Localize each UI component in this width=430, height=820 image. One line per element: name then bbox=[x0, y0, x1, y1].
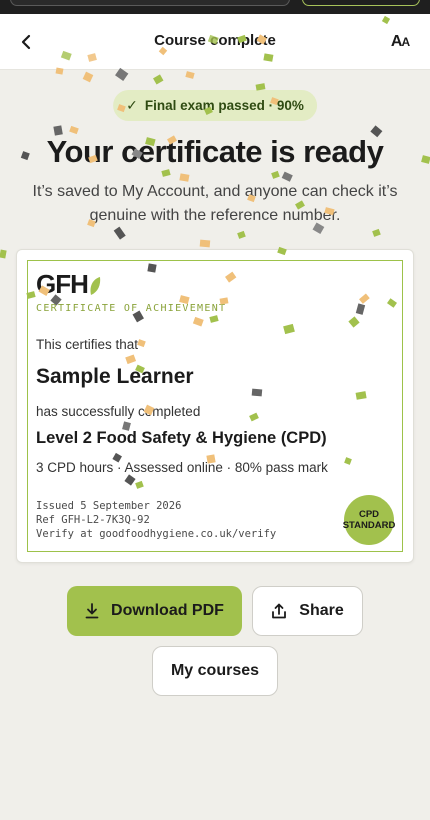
share-label: Share bbox=[299, 602, 344, 619]
confetti-piece bbox=[271, 170, 280, 179]
page-title: Course complete bbox=[154, 32, 276, 49]
top-search-pill bbox=[10, 0, 290, 6]
seal-line-1: CPD bbox=[358, 509, 380, 520]
share-icon bbox=[272, 603, 287, 619]
check-icon: ✓ bbox=[126, 97, 138, 113]
confetti-piece bbox=[199, 239, 211, 248]
badge-label: Final exam passed · 90% bbox=[144, 98, 304, 113]
certificate-kicker: CERTIFICATE OF ACHIEVEMENT bbox=[36, 303, 227, 314]
app-header: Course complete AA bbox=[0, 14, 430, 70]
download-pdf-button[interactable]: Download PDF bbox=[67, 586, 242, 636]
download-label: Download PDF bbox=[111, 602, 224, 619]
cpd-standard-seal: CPD STANDARD bbox=[342, 495, 396, 545]
text-size-button[interactable]: AA bbox=[386, 30, 414, 54]
share-button[interactable]: Share bbox=[252, 586, 363, 636]
learner-name: Sample Learner bbox=[36, 365, 194, 388]
confetti-piece bbox=[113, 226, 126, 240]
subtext: It’s saved to My Account, and anyone can… bbox=[32, 183, 398, 224]
course-details: 3 CPD hours · Assessed online · 80% pass… bbox=[36, 460, 328, 475]
headline: Your certificate is ready bbox=[46, 134, 384, 169]
confetti-piece bbox=[372, 228, 381, 237]
my-courses-button[interactable]: My courses bbox=[152, 646, 278, 696]
leaf-icon bbox=[90, 277, 101, 295]
confetti-piece bbox=[69, 125, 79, 135]
verify-url: Verify at goodfoodhygiene.co.uk/verify bbox=[36, 528, 277, 540]
exam-passed-badge: ✓ Final exam passed · 90% bbox=[113, 90, 317, 121]
gfh-logo: GFH bbox=[36, 269, 101, 300]
my-courses-label: My courses bbox=[170, 662, 260, 679]
confetti-piece bbox=[185, 71, 195, 79]
download-icon bbox=[85, 603, 99, 619]
logo-text: GFH bbox=[36, 269, 89, 299]
top-action-pill bbox=[302, 0, 420, 6]
seal-line-2: STANDARD bbox=[342, 520, 396, 531]
completed-text: has successfully completed bbox=[36, 404, 201, 419]
reference-number: Ref GFH-L2-7K3Q-92 bbox=[36, 514, 150, 526]
certificate-frame: GFH CERTIFICATE OF ACHIEVEMENT This cert… bbox=[27, 260, 403, 552]
confetti-piece bbox=[153, 74, 164, 85]
certifies-text: This certifies that bbox=[36, 337, 139, 352]
issued-date: Issued 5 September 2026 bbox=[36, 500, 182, 512]
confetti-piece bbox=[237, 230, 246, 239]
confetti-piece bbox=[161, 169, 171, 177]
confetti-piece bbox=[82, 71, 94, 83]
confetti-piece bbox=[0, 249, 7, 259]
certificate-card: GFH CERTIFICATE OF ACHIEVEMENT This cert… bbox=[16, 249, 414, 563]
status-strip bbox=[0, 0, 430, 14]
text-size-icon: AA bbox=[390, 33, 410, 50]
certificate-meta: Issued 5 September 2026 Ref GFH-L2-7K3Q-… bbox=[36, 499, 276, 541]
course-name: Level 2 Food Safety & Hygiene (CPD) bbox=[36, 429, 327, 447]
